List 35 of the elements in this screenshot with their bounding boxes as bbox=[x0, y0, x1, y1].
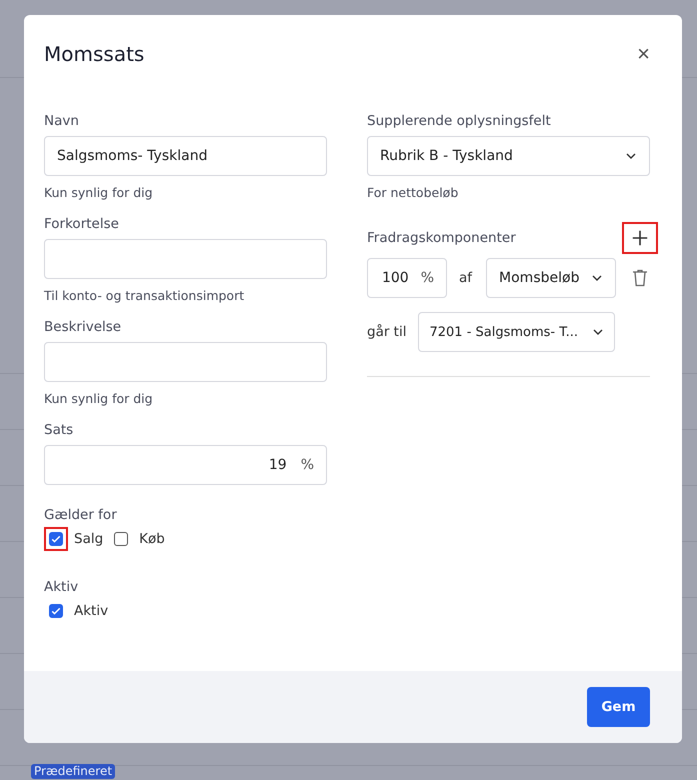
plus-icon bbox=[631, 229, 649, 247]
of-label: af bbox=[459, 270, 472, 286]
dropdown[interactable]: Momsbeløb bbox=[486, 258, 616, 298]
text-field[interactable]: Salgsmoms- Tyskland bbox=[44, 136, 327, 176]
field-label: Supplerende oplysningsfelt bbox=[367, 113, 552, 129]
goes-to-label: går til bbox=[367, 324, 406, 340]
checkbox-label: Køb bbox=[139, 531, 165, 547]
field-label: Forkortelse bbox=[44, 216, 120, 232]
field-hint: For nettobeløb bbox=[367, 185, 460, 200]
checkbox-label: Salg bbox=[74, 531, 104, 547]
checkmark-icon bbox=[50, 533, 62, 545]
dropdown[interactable]: Rubrik B - Tyskland bbox=[367, 136, 650, 176]
text-field[interactable] bbox=[44, 342, 327, 382]
checkbox[interactable] bbox=[44, 527, 68, 551]
trash-icon[interactable] bbox=[632, 269, 648, 287]
field-label: Beskrivelse bbox=[44, 319, 122, 335]
field-label: Navn bbox=[44, 113, 80, 129]
text-field[interactable] bbox=[44, 239, 327, 279]
field-label: Aktiv bbox=[44, 579, 80, 595]
close-button[interactable]: × bbox=[637, 41, 650, 67]
dialog-title: Momssats bbox=[44, 42, 144, 66]
add-button[interactable] bbox=[622, 222, 658, 254]
save-button[interactable]: Gem bbox=[587, 687, 650, 727]
percent-field[interactable]: 100 % bbox=[367, 258, 447, 298]
field-label: Gælder for bbox=[44, 507, 118, 523]
rate-field[interactable]: 19 % bbox=[44, 445, 327, 485]
checkbox-label: Aktiv bbox=[74, 603, 108, 619]
field-hint: Til konto- og transaktionsimport bbox=[44, 288, 246, 303]
field-label: Sats bbox=[44, 422, 74, 438]
dropdown[interactable]: 7201 - Salgsmoms- T... bbox=[418, 312, 616, 352]
tag-badge: Prædefineret bbox=[31, 764, 116, 779]
field-label: Fradragskomponenter bbox=[367, 230, 516, 246]
checkmark-icon bbox=[50, 605, 62, 617]
field-hint: Kun synlig for dig bbox=[44, 185, 154, 200]
field-hint: Kun synlig for dig bbox=[44, 391, 154, 406]
